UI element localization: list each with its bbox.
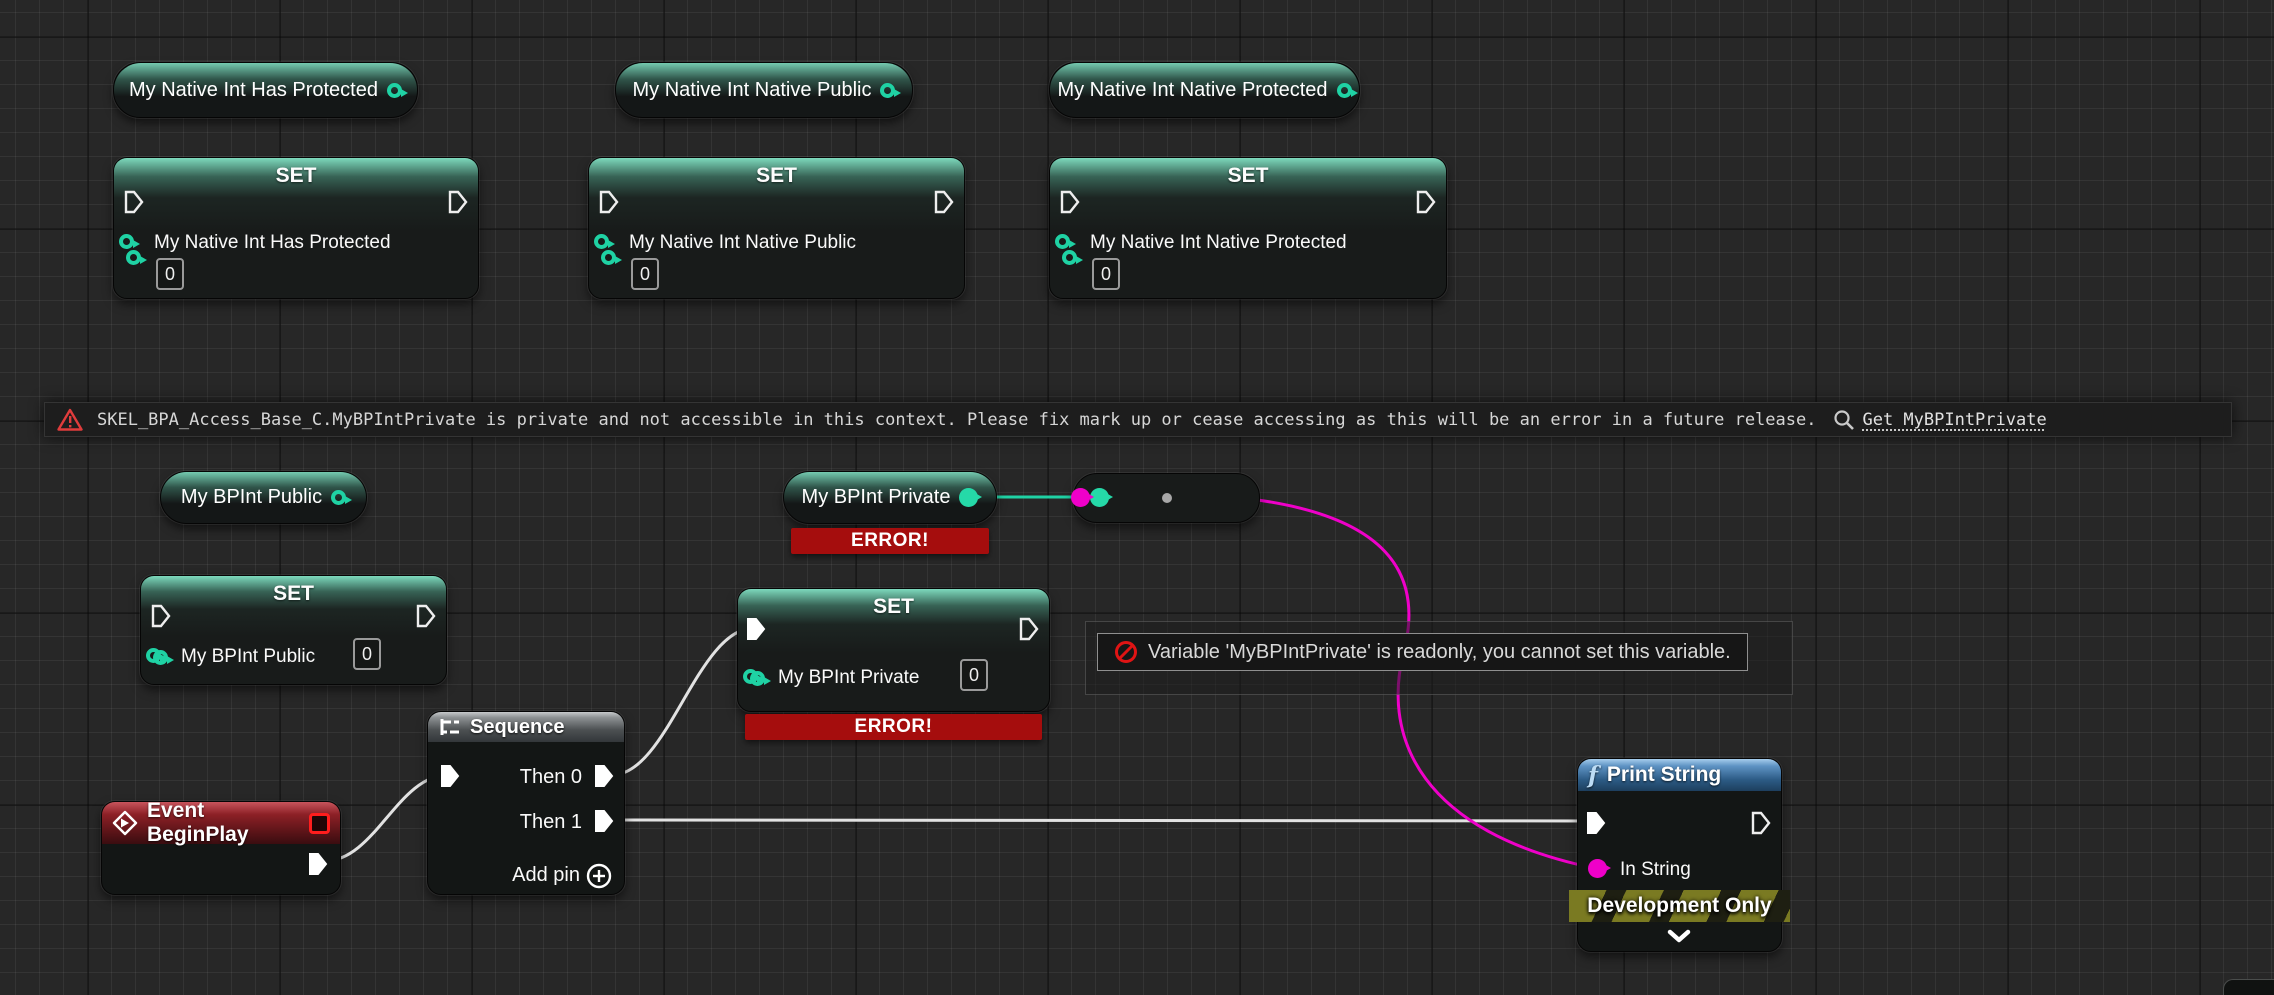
node-print-string[interactable]: f Print String In String Development Onl…	[1577, 758, 1782, 952]
search-icon	[1832, 408, 1856, 432]
int-output-pin[interactable]	[880, 83, 895, 98]
exec-in-pin[interactable]	[151, 604, 171, 628]
string-output-pin-connected[interactable]	[1071, 488, 1090, 507]
node-get-my-native-int-native-protected[interactable]: My Native Int Native Protected	[1049, 62, 1360, 118]
variable-label: My Native Int Native Protected	[1057, 79, 1327, 102]
int-value-input[interactable]: 0	[156, 258, 184, 290]
int-value-input[interactable]: 0	[960, 659, 988, 691]
exec-out-pin-connected[interactable]	[308, 852, 328, 876]
int-input-pin[interactable]	[126, 250, 141, 265]
pin-label: My Native Int Native Protected	[1090, 232, 1347, 254]
event-header[interactable]: Event BeginPlay	[102, 802, 340, 844]
exec-in-pin-connected[interactable]	[746, 617, 766, 641]
int-output-pin[interactable]	[331, 490, 346, 505]
then1-label: Then 1	[520, 811, 582, 834]
node-get-my-bpint-public[interactable]: My BPInt Public	[160, 471, 367, 524]
variable-label: My BPInt Private	[802, 486, 951, 509]
node-conv-int-to-string[interactable]	[1073, 473, 1260, 523]
pin-label: My Native Int Has Protected	[154, 232, 391, 254]
exec-out-pin[interactable]	[1751, 811, 1771, 835]
int-value-input[interactable]: 0	[353, 638, 381, 670]
partial-node-corner	[2223, 979, 2274, 995]
node-get-my-native-int-native-public[interactable]: My Native Int Native Public	[615, 62, 913, 118]
add-pin-label[interactable]: Add pin	[512, 864, 580, 887]
tooltip-text: Variable 'MyBPIntPrivate' is readonly, y…	[1148, 641, 1731, 664]
development-only-banner: Development Only	[1569, 890, 1790, 922]
then0-exec-out-pin-connected[interactable]	[594, 764, 614, 788]
string-input-pin-connected[interactable]	[1588, 859, 1607, 878]
compiler-warning-bar[interactable]: SKEL_BPA_Access_Base_C.MyBPIntPrivate is…	[44, 402, 2232, 437]
exec-out-pin[interactable]	[934, 190, 954, 214]
int-input-pin[interactable]	[1062, 250, 1077, 265]
no-entry-icon	[1114, 640, 1138, 664]
int-value-input[interactable]: 0	[631, 258, 659, 290]
exec-in-pin-connected[interactable]	[1586, 811, 1606, 835]
error-banner: ERROR!	[791, 528, 989, 554]
exec-in-pin[interactable]	[599, 190, 619, 214]
node-set-my-bpint-public[interactable]: SET My BPInt Public 0	[140, 575, 447, 685]
delegate-output-pin[interactable]	[309, 813, 330, 834]
sequence-title: Sequence	[470, 716, 564, 739]
exec-out-pin[interactable]	[1416, 190, 1436, 214]
tooltip-message-box: Variable 'MyBPIntPrivate' is readonly, y…	[1097, 633, 1748, 671]
function-header[interactable]: f Print String	[1578, 759, 1781, 791]
int-output-pin[interactable]	[387, 83, 402, 98]
node-set-my-native-int-native-public[interactable]: SET My Native Int Native Public 0	[588, 157, 965, 299]
event-title: Event BeginPlay	[147, 799, 300, 847]
warning-text: SKEL_BPA_Access_Base_C.MyBPIntPrivate is…	[97, 410, 1816, 430]
sequence-header[interactable]: Sequence	[428, 712, 624, 742]
variable-label: My Native Int Native Public	[633, 79, 872, 102]
exec-in-pin-connected[interactable]	[440, 764, 460, 788]
node-set-my-native-int-native-protected[interactable]: SET My Native Int Native Protected 0	[1049, 157, 1447, 299]
tooltip-panel: Variable 'MyBPIntPrivate' is readonly, y…	[1085, 621, 1793, 695]
print-string-title: Print String	[1607, 763, 1721, 787]
exec-out-pin[interactable]	[448, 190, 468, 214]
chevron-down-icon[interactable]	[1664, 929, 1694, 945]
pin-label: My BPInt Private	[778, 667, 920, 689]
blueprint-graph-canvas[interactable]: { "warning_banner": { "text": "SKEL_BPA_…	[0, 0, 2274, 994]
variable-label: My BPInt Public	[181, 486, 322, 509]
node-event-beginplay[interactable]: Event BeginPlay	[101, 801, 341, 895]
pin-label: My Native Int Native Public	[629, 232, 856, 254]
set-title: SET	[1050, 164, 1446, 188]
add-pin-icon[interactable]	[586, 863, 612, 889]
in-string-label: In String	[1620, 859, 1691, 881]
int-value-input[interactable]: 0	[1092, 258, 1120, 290]
set-title: SET	[589, 164, 964, 188]
exec-wire-then0-to-set	[612, 628, 754, 775]
exec-in-pin[interactable]	[1060, 190, 1080, 214]
int-input-pin[interactable]	[601, 250, 616, 265]
exec-out-pin[interactable]	[416, 604, 436, 628]
node-set-my-native-int-has-protected[interactable]: SET My Native Int Has Protected 0	[113, 157, 479, 299]
error-banner: ERROR!	[745, 714, 1042, 740]
exec-out-pin[interactable]	[1019, 617, 1039, 641]
int-output-pin[interactable]	[1055, 234, 1070, 249]
event-icon	[112, 810, 138, 836]
exec-in-pin[interactable]	[124, 190, 144, 214]
function-icon: f	[1588, 762, 1598, 789]
then1-exec-out-pin-connected[interactable]	[594, 809, 614, 833]
pin-label: My BPInt Public	[181, 646, 315, 668]
node-get-my-bpint-private[interactable]: My BPInt Private ERROR!	[783, 471, 997, 524]
int-output-pin[interactable]	[119, 234, 134, 249]
node-set-my-bpint-private[interactable]: SET My BPInt Private 0 ERROR!	[737, 588, 1050, 712]
int-output-pin[interactable]	[1337, 83, 1352, 98]
variable-label: My Native Int Has Protected	[129, 79, 378, 102]
set-title: SET	[114, 164, 478, 188]
set-title: SET	[141, 582, 446, 606]
warning-triangle-icon	[57, 408, 83, 432]
sequence-icon	[438, 717, 462, 737]
set-title: SET	[738, 595, 1049, 619]
node-sequence[interactable]: Sequence Then 0 Then 1 Add pin	[427, 711, 625, 895]
node-get-my-native-int-has-protected[interactable]: My Native Int Has Protected	[113, 62, 418, 118]
int-output-pin[interactable]	[594, 234, 609, 249]
int-output-pin-connected[interactable]	[959, 488, 978, 507]
collapsed-dot	[1162, 493, 1172, 503]
then0-label: Then 0	[520, 766, 582, 789]
exec-wire-then1-to-printstring	[612, 820, 1594, 821]
focus-node-link[interactable]: Get MyBPIntPrivate	[1862, 410, 2046, 430]
